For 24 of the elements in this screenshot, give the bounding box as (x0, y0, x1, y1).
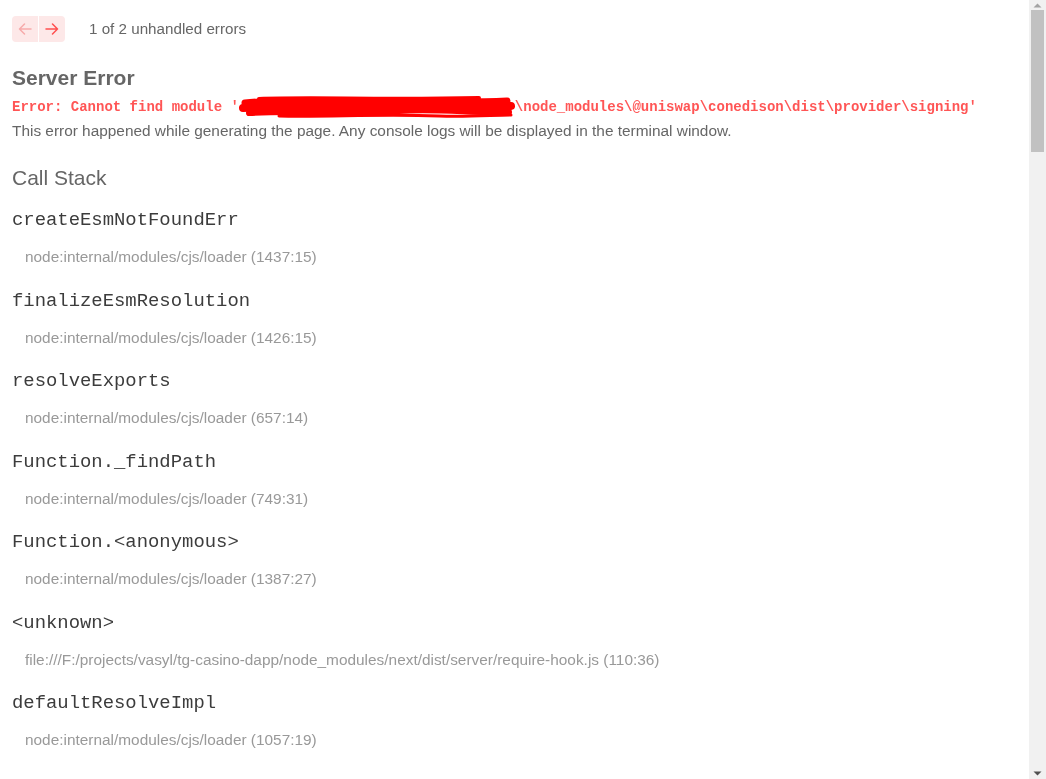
section-heading: Call Stack (12, 165, 107, 191)
frame-location: node:internal/modules/cjs/loader (1426:15) (25, 327, 317, 348)
error-message: Error: Cannot find module ' (12, 98, 239, 117)
frame-function-name: createEsmNotFoundErr (12, 208, 239, 232)
frame-location: file:///F:/projects/vasyl/tg-casino-dapp/node_modules/next/dist/server/require-hook.js (110:36) (25, 649, 660, 670)
error-description: This error happened while generating the page. Any console logs will be displayed in the terminal window. (12, 121, 732, 141)
frame-location: node:internal/modules/cjs/loader (1387:27) (25, 569, 317, 589)
scrollbar[interactable] (1029, 0, 1046, 779)
arrow-right-icon (45, 23, 59, 35)
error-counter: 1 of 2 unhandled errors (89, 19, 247, 39)
frame-function-name: resolveExports (12, 369, 171, 393)
arrow-left-icon (18, 23, 32, 35)
error-path: \node_modules\@uniswap\conedison\dist\provider\signing' (514, 98, 977, 117)
frame-function-name: finalizeEsmResolution (12, 288, 251, 313)
frame-function-name: <unknown> (12, 610, 115, 635)
frame-function-name: Function.<anonymous> (12, 530, 239, 554)
frame-location: node:internal/modules/cjs/loader (1437:15) (25, 247, 317, 267)
frame-function-name: Function._findPath (12, 449, 217, 474)
frame-function-name: defaultResolveImpl (12, 691, 217, 715)
next-error-button[interactable] (39, 16, 65, 42)
frame-location: node:internal/modules/cjs/loader (1057:19) (25, 730, 317, 750)
error-title: Server Error (12, 65, 135, 91)
frame-location: node:internal/modules/cjs/loader (657:14) (25, 408, 309, 428)
frame-location: node:internal/modules/cjs/loader (749:31) (25, 488, 309, 509)
